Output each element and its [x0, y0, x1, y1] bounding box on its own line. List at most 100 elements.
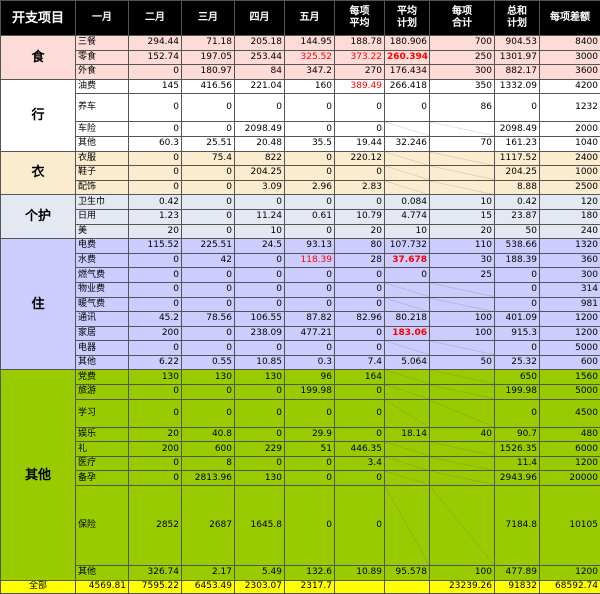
- value-cell: 0: [182, 166, 235, 181]
- value-cell: 199.98: [285, 385, 335, 400]
- value-cell: 229: [235, 442, 285, 457]
- table-row: 医疗08003.411.412001188.6: [1, 456, 600, 471]
- diagonal-slash-icon: [430, 283, 494, 297]
- diagonal-blank-cell: [430, 282, 495, 297]
- item-name-cell: 其他: [76, 136, 129, 151]
- value-cell: 75.4: [182, 151, 235, 166]
- category-cell: 食: [1, 36, 76, 80]
- value-cell: 0: [285, 456, 335, 471]
- header-may: 五月: [285, 1, 335, 36]
- value-cell: 389.49: [335, 79, 385, 94]
- diagonal-slash-icon: [385, 181, 429, 195]
- category-cell: 衣: [1, 151, 76, 195]
- value-cell: 20: [129, 427, 182, 442]
- diagonal-blank-cell: [385, 370, 430, 385]
- value-cell: 600: [182, 442, 235, 457]
- value-cell: 50: [495, 224, 540, 239]
- value-cell: 20.48: [235, 136, 285, 151]
- value-cell: 1117.52: [495, 151, 540, 166]
- diagonal-slash-icon: [385, 283, 429, 297]
- value-cell: 93.13: [285, 239, 335, 254]
- value-cell: 0: [335, 486, 385, 566]
- value-cell: 130: [235, 370, 285, 385]
- value-cell: 30: [430, 253, 495, 268]
- total-label: 全部: [1, 580, 76, 593]
- value-cell: 7184.8: [495, 486, 540, 566]
- value-cell: 0: [129, 385, 182, 400]
- table-row: 其他党费130130130961646501560910: [1, 370, 600, 385]
- value-cell: 0: [285, 224, 335, 239]
- diagonal-slash-icon: [385, 166, 429, 180]
- value-cell: 3.4: [335, 456, 385, 471]
- value-cell: 20000: [540, 471, 600, 486]
- value-cell: 882.17: [495, 65, 540, 80]
- header-avg: 每项 平均: [335, 1, 385, 36]
- value-cell: 260.394: [385, 50, 430, 65]
- diagonal-slash-icon: [385, 122, 429, 136]
- value-cell: 20: [335, 224, 385, 239]
- table-row: 住电费115.52225.5124.593.1380107.732110538.…: [1, 239, 600, 254]
- item-name-cell: 衣服: [76, 151, 129, 166]
- value-cell: 10: [430, 195, 495, 210]
- category-cell: 行: [1, 79, 76, 151]
- value-cell: 0: [129, 341, 182, 356]
- value-cell: 446.35: [335, 442, 385, 457]
- value-cell: 2852: [129, 486, 182, 566]
- value-cell: 2687: [182, 486, 235, 566]
- value-cell: 183.06: [385, 326, 430, 341]
- item-name-cell: 日用: [76, 209, 129, 224]
- value-cell: 2400: [540, 151, 600, 166]
- value-cell: 96: [285, 370, 335, 385]
- table-row: 其他6.220.5510.850.37.45.0645025.32600574.…: [1, 355, 600, 370]
- value-cell: 0: [335, 268, 385, 283]
- table-row: 家居2000238.09477.210183.06100915.31200284…: [1, 326, 600, 341]
- value-cell: 84: [235, 65, 285, 80]
- item-name-cell: 配饰: [76, 180, 129, 195]
- table-row: 车险002098.49002098.492000-98.49: [1, 122, 600, 137]
- diagonal-blank-cell: [385, 122, 430, 137]
- value-cell: 10105: [540, 486, 600, 566]
- value-cell: 4200: [540, 79, 600, 94]
- value-cell: 28: [335, 253, 385, 268]
- value-cell: 2943.96: [495, 471, 540, 486]
- value-cell: 1000: [540, 166, 600, 181]
- value-cell: 145: [129, 79, 182, 94]
- value-cell: 100: [430, 312, 495, 327]
- value-cell: 0: [495, 399, 540, 427]
- diagonal-blank-cell: [385, 442, 430, 457]
- diagonal-slash-icon: [385, 457, 429, 471]
- table-row: 外食0180.9784347.2270176.434300882.1736002…: [1, 65, 600, 80]
- value-cell: 0: [235, 456, 285, 471]
- value-cell: 0: [129, 268, 182, 283]
- item-name-cell: 其他: [76, 355, 129, 370]
- value-cell: 416.56: [182, 79, 235, 94]
- diagonal-blank-cell: [430, 297, 495, 312]
- table-row: 备孕02813.96130002943.962000017056.04: [1, 471, 600, 486]
- category-cell: 住: [1, 239, 76, 370]
- value-cell: 0: [182, 326, 235, 341]
- value-cell: 2.96: [285, 180, 335, 195]
- value-cell: 240: [540, 224, 600, 239]
- value-cell: 0: [285, 297, 335, 312]
- value-cell: 0: [182, 399, 235, 427]
- value-cell: 822: [235, 151, 285, 166]
- total-value-cell: 68592.74: [540, 580, 600, 593]
- value-cell: 15: [430, 209, 495, 224]
- table-row: 衣衣服075.48220220.121117.5224001882.48: [1, 151, 600, 166]
- value-cell: 161.23: [495, 136, 540, 151]
- value-cell: 0: [129, 166, 182, 181]
- value-cell: 0: [285, 122, 335, 137]
- value-cell: 270: [335, 65, 385, 80]
- item-name-cell: 零食: [76, 50, 129, 65]
- table-row: 日用1.23011.240.6110.794.7741523.87180156.…: [1, 209, 600, 224]
- item-name-cell: 水费: [76, 253, 129, 268]
- diagonal-slash-icon: [430, 341, 494, 355]
- table-body: 食三餐294.4471.18205.18144.95188.78180.9067…: [1, 36, 600, 594]
- value-cell: 915.3: [495, 326, 540, 341]
- value-cell: 0.42: [495, 195, 540, 210]
- value-cell: 0: [235, 341, 285, 356]
- item-name-cell: 电费: [76, 239, 129, 254]
- diagonal-slash-icon: [430, 471, 494, 485]
- value-cell: 204.25: [235, 166, 285, 181]
- value-cell: 3600: [540, 65, 600, 80]
